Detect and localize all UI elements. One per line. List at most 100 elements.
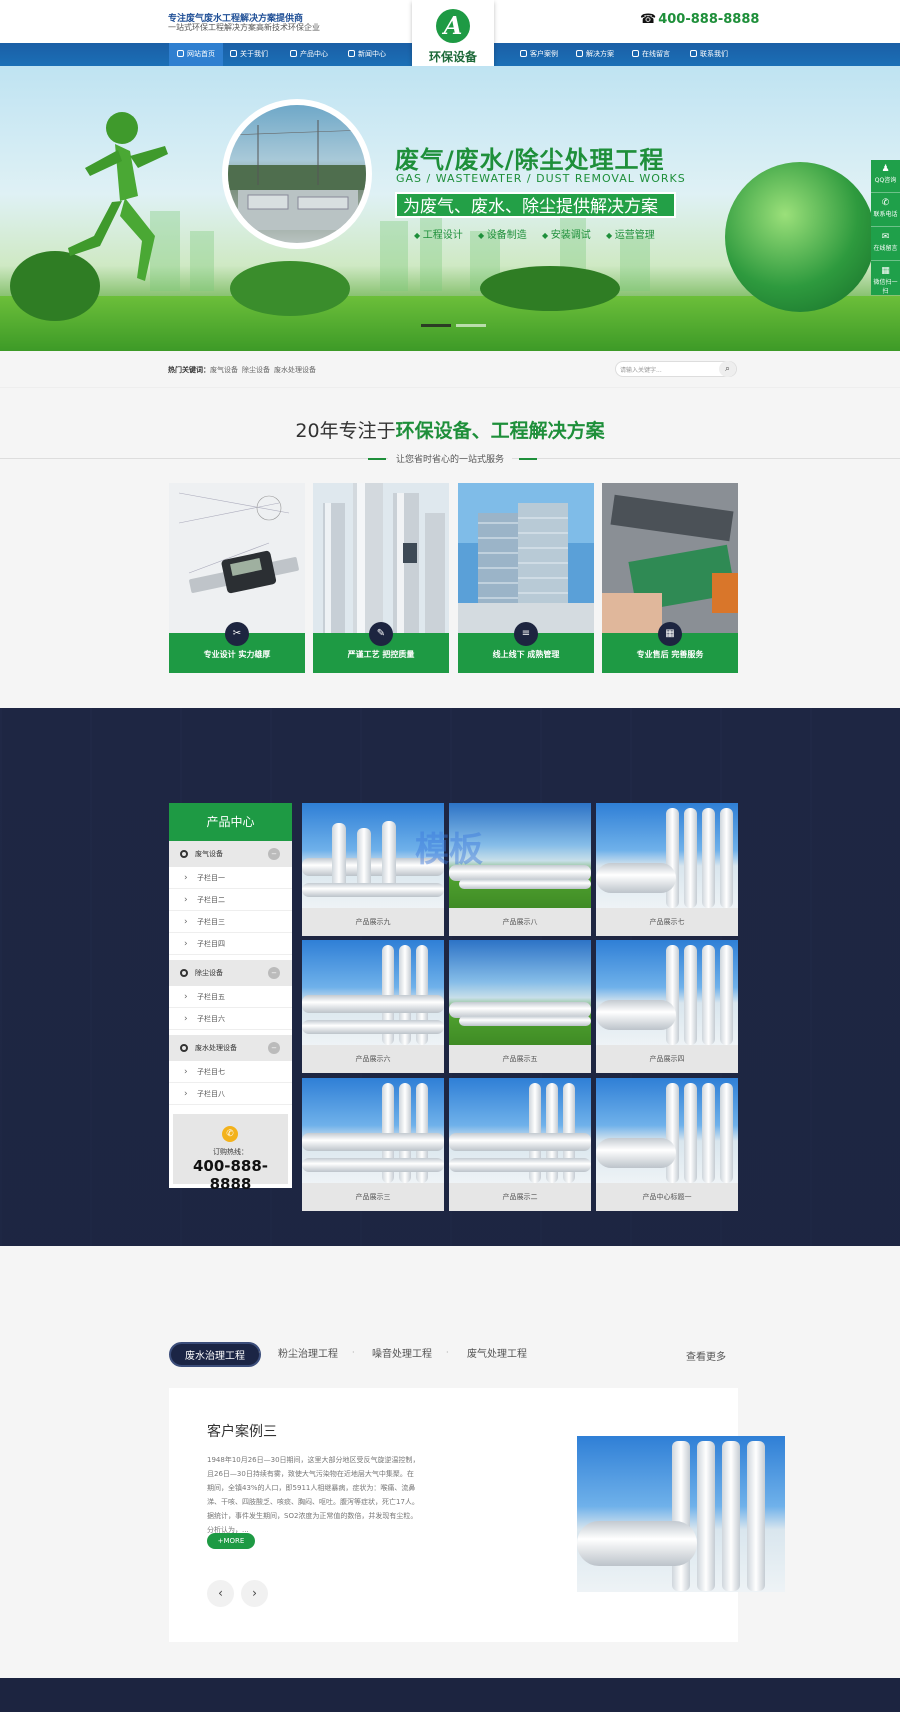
category-item[interactable]: 除尘设备 − xyxy=(169,960,292,986)
card-image-building xyxy=(458,483,594,633)
nav-item-home[interactable]: 网站首页 xyxy=(169,43,223,66)
side-phone[interactable]: ✆ 联系电话 xyxy=(871,194,900,227)
slogan-sub: 一站式环保工程解决方案高新技术环保企业 xyxy=(168,23,320,32)
tab-dust[interactable]: 粉尘治理工程 xyxy=(278,1342,338,1367)
home-icon xyxy=(177,50,184,57)
collapse-icon[interactable]: − xyxy=(268,1042,280,1054)
banner-feature: 运营管理 xyxy=(606,226,655,241)
side-message[interactable]: ✉ 在线留言 xyxy=(871,228,900,261)
bullet-icon xyxy=(180,1044,188,1052)
nav-item-about[interactable]: 关于我们 xyxy=(222,43,276,66)
subcategory-item[interactable]: 子栏目一 xyxy=(169,867,292,889)
product-name: 产品展示四 xyxy=(596,1045,738,1073)
category-item[interactable]: 废水处理设备 − xyxy=(169,1035,292,1061)
bullet-icon xyxy=(180,969,188,977)
keywords-bar xyxy=(0,351,900,388)
product-image xyxy=(449,1078,591,1183)
nav-item-message[interactable]: 在线留言 xyxy=(624,43,678,66)
tab-exhaust-gas[interactable]: 废气处理工程 xyxy=(467,1342,527,1367)
sidebar-heading: 产品中心 xyxy=(169,803,292,841)
view-more-link[interactable]: 查看更多 xyxy=(686,1348,726,1363)
case-excerpt: 1948年10月26日—30日期间，这里大部分地区受反气旋逆温控制，且26日—3… xyxy=(207,1456,420,1534)
banner-globe xyxy=(725,162,875,312)
keyword-link[interactable]: 除尘设备 xyxy=(242,365,270,375)
product-tile[interactable]: 产品展示三 xyxy=(302,1078,444,1211)
subcategory-item[interactable]: 子栏目二 xyxy=(169,889,292,911)
product-tile[interactable]: 产品展示六 xyxy=(302,940,444,1073)
product-tile[interactable]: 产品展示二 xyxy=(449,1078,591,1211)
user-icon xyxy=(690,50,697,57)
product-name: 产品展示三 xyxy=(302,1183,444,1211)
logo-text: 环保设备 xyxy=(428,50,477,64)
subcategory-item[interactable]: 子栏目四 xyxy=(169,933,292,955)
box-icon xyxy=(290,50,297,57)
advantages-title: 20年专注于环保设备、工程解决方案 xyxy=(295,420,605,442)
tab-separator: · xyxy=(258,1348,261,1357)
hero-banner[interactable]: 废气/废水/除尘处理工程 GAS / WASTEWATER / DUST REM… xyxy=(0,66,900,351)
next-arrow-icon[interactable]: › xyxy=(241,1580,268,1607)
side-wechat[interactable]: ▦ 微信扫一扫 xyxy=(871,262,900,295)
hotline-number: 400-888-8888 xyxy=(658,12,760,27)
prev-arrow-icon[interactable]: ‹ xyxy=(207,1580,234,1607)
qrcode-icon: ▦ xyxy=(881,266,890,276)
product-tile[interactable]: 产品展示五 xyxy=(449,940,591,1073)
subcategory-item[interactable]: 子栏目八 xyxy=(169,1083,292,1105)
search-icon[interactable]: ⌕ xyxy=(719,361,736,377)
nav-item-news[interactable]: 新闻中心 xyxy=(340,43,394,66)
product-image xyxy=(302,940,444,1045)
nav-item-products[interactable]: 产品中心 xyxy=(282,43,336,66)
advantage-card[interactable]: ✎ 严谨工艺 把控质量 xyxy=(313,483,449,673)
grid-icon: ▦ xyxy=(658,622,682,646)
order-hotline-number[interactable]: 400-888-8888 xyxy=(173,1157,288,1193)
sliders-icon: ≡ xyxy=(514,622,538,646)
order-hotline-box: ✆ 订购热线： 400-888-8888 xyxy=(173,1114,288,1193)
nav-item-cases[interactable]: 客户案例 xyxy=(512,43,566,66)
diamond-icon xyxy=(576,50,583,57)
side-qq[interactable]: ♟ QQ咨询 xyxy=(871,160,900,193)
product-tile[interactable]: 产品展示四 xyxy=(596,940,738,1073)
banner-feature: 工程设计 xyxy=(414,226,463,241)
case-title[interactable]: 客户案例三 xyxy=(207,1421,277,1441)
phone-icon: ✆ xyxy=(881,198,890,208)
product-image xyxy=(596,803,738,908)
slide-dot[interactable] xyxy=(456,324,486,327)
product-image xyxy=(596,1078,738,1183)
leaf-runner-figure xyxy=(68,112,168,281)
more-button[interactable]: +MORE xyxy=(207,1533,255,1549)
case-image xyxy=(577,1436,785,1592)
slide-dot[interactable] xyxy=(421,324,451,327)
tab-noise[interactable]: 噪音处理工程 xyxy=(372,1342,432,1367)
product-tile[interactable]: 产品中心标题一 xyxy=(596,1078,738,1211)
banner-tagline: 为废气、废水、除尘提供解决方案 xyxy=(395,192,676,218)
subcategory-item[interactable]: 子栏目七 xyxy=(169,1061,292,1083)
keyword-link[interactable]: 废气设备 xyxy=(210,365,238,375)
hand-icon: ✎ xyxy=(369,622,393,646)
subcategory-item[interactable]: 子栏目三 xyxy=(169,911,292,933)
bullet-icon xyxy=(180,850,188,858)
phone-icon: ✆ xyxy=(222,1126,238,1142)
subcategory-item[interactable]: 子栏目六 xyxy=(169,1008,292,1030)
category-item[interactable]: 废气设备 − xyxy=(169,841,292,867)
advantage-card[interactable]: ▦ 专业售后 完善服务 xyxy=(602,483,738,673)
advantage-card[interactable]: ✂ 专业设计 实力雄厚 xyxy=(169,483,305,673)
subcategory-item[interactable]: 子栏目五 xyxy=(169,986,292,1008)
product-image xyxy=(596,940,738,1045)
chat-icon: ✉ xyxy=(881,232,890,242)
collapse-icon[interactable]: − xyxy=(268,848,280,860)
page: 专注废气废水工程解决方案提供商 一站式环保工程解决方案高新技术环保企业 ☎ 400… xyxy=(0,0,900,1712)
keyword-link[interactable]: 废水处理设备 xyxy=(274,365,316,375)
advantage-card[interactable]: ≡ 线上线下 成熟管理 xyxy=(458,483,594,673)
nav-item-solutions[interactable]: 解决方案 xyxy=(568,43,622,66)
product-tile[interactable]: 产品展示七 xyxy=(596,803,738,936)
tab-wastewater[interactable]: 废水治理工程 xyxy=(169,1342,261,1367)
nav-item-contact[interactable]: 联系我们 xyxy=(682,43,736,66)
side-float-bar: ♟ QQ咨询 ✆ 联系电话 ✉ 在线留言 ▦ 微信扫一扫 xyxy=(871,160,900,295)
collapse-icon[interactable]: − xyxy=(268,967,280,979)
card-image-caliper xyxy=(169,483,305,633)
search-placeholder: 请输入关键字... xyxy=(620,367,662,374)
banner-feature: 设备制造 xyxy=(478,226,527,241)
watermark: 模板 xyxy=(415,830,483,870)
banner-feature: 安装调试 xyxy=(542,226,591,241)
header-hotline[interactable]: ☎ 400-888-8888 xyxy=(640,12,759,27)
banner-building xyxy=(380,221,408,291)
